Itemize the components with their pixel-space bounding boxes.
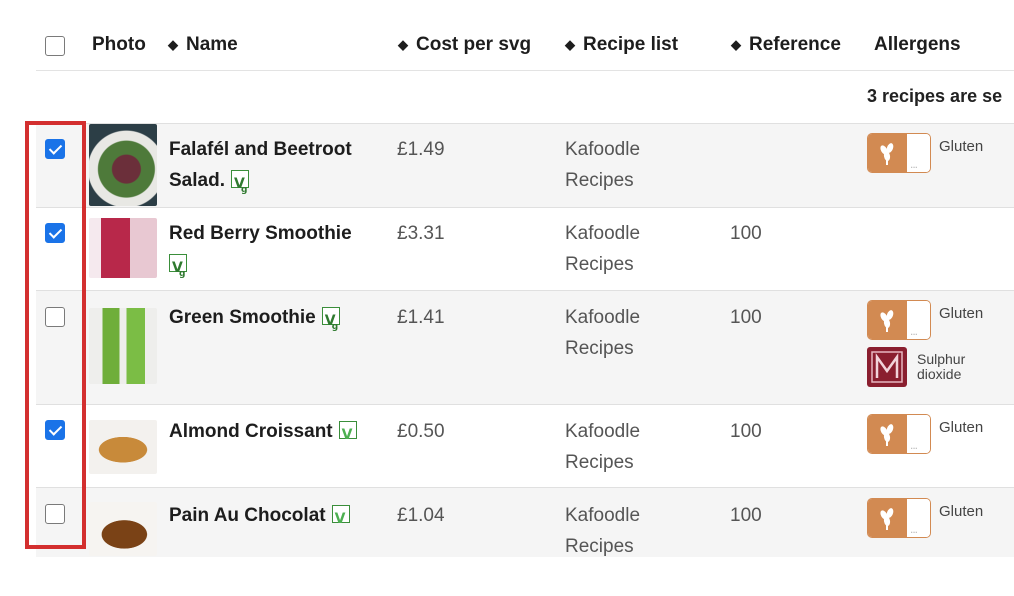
row-divider xyxy=(36,123,1014,124)
vegan-icon xyxy=(169,253,187,290)
recipe-name-line: Pain Au Chocolat xyxy=(169,505,326,526)
cost-cell: £1.41 xyxy=(397,307,445,328)
recipe-photo xyxy=(89,218,157,278)
cost-cell: £0.50 xyxy=(397,421,445,442)
row-divider xyxy=(36,290,1014,291)
vegetarian-icon xyxy=(331,504,350,535)
column-header-reference-label: Reference xyxy=(749,34,841,55)
sort-icon: ◆ xyxy=(565,37,575,52)
cost-cell: £3.31 xyxy=(397,223,445,244)
recipe-list-cell: Kafoodle Recipes xyxy=(565,218,640,280)
row-divider xyxy=(36,487,1014,488)
selection-info: 3 recipes are se xyxy=(867,86,1003,106)
cost-cell: £1.49 xyxy=(397,139,445,160)
column-header-recipe-list-label: Recipe list xyxy=(583,34,679,55)
allergen-label: Sulphur dioxide xyxy=(917,352,965,382)
column-header-allergens: Allergens xyxy=(874,34,961,55)
recipe-photo xyxy=(89,502,157,556)
vegan-icon xyxy=(321,306,340,343)
allergen-label-line: Sulphur xyxy=(917,351,966,367)
cost-cell: £1.04 xyxy=(397,505,445,526)
recipe-name-line: Green Smoothie xyxy=(169,307,316,328)
recipe-photo xyxy=(89,124,157,206)
gluten-icon xyxy=(867,133,931,173)
recipe-list-line: Recipes xyxy=(565,536,634,557)
recipe-list-line: Recipes xyxy=(565,338,634,359)
recipe-list-line: Kafoodle xyxy=(565,139,641,160)
vegan-icon xyxy=(230,169,249,206)
column-header-name[interactable]: ◆ Name xyxy=(168,34,238,56)
select-all-checkbox[interactable] xyxy=(45,36,65,56)
gluten-icon xyxy=(867,300,931,340)
row-divider xyxy=(36,404,1014,405)
allergen-label: Gluten xyxy=(939,305,984,322)
sort-icon: ◆ xyxy=(168,37,178,52)
header-divider xyxy=(36,70,1014,71)
recipe-name-line: Red Berry Smoothie xyxy=(169,223,352,244)
recipe-name[interactable]: Red Berry Smoothie xyxy=(169,218,379,290)
recipe-photo xyxy=(89,308,157,384)
reference-cell: 100 xyxy=(730,505,762,526)
allergen-label: Gluten xyxy=(939,503,984,520)
row-divider xyxy=(36,207,1014,208)
recipe-list-line: Kafoodle xyxy=(565,505,641,526)
recipe-name[interactable]: Pain Au Chocolat xyxy=(169,500,379,535)
recipe-photo xyxy=(89,420,157,474)
column-header-reference[interactable]: ◆ Reference xyxy=(731,34,841,56)
column-header-cost-label: Cost per svg xyxy=(416,34,532,55)
checkbox-column-highlight xyxy=(25,121,86,549)
gluten-icon xyxy=(867,498,931,538)
column-header-cost[interactable]: ◆ Cost per svg xyxy=(398,34,531,56)
recipe-list-cell: Kafoodle Recipes xyxy=(565,416,640,478)
sort-icon: ◆ xyxy=(398,37,408,52)
reference-cell: 100 xyxy=(730,421,762,442)
reference-cell: 100 xyxy=(730,223,762,244)
allergen-label: Gluten xyxy=(939,419,984,436)
recipe-name-line: Almond Croissant xyxy=(169,421,333,442)
column-header-recipe-list[interactable]: ◆ Recipe list xyxy=(565,34,678,56)
allergen-label: Gluten xyxy=(939,138,984,155)
recipe-name[interactable]: Falafél and Beetroot Salad. xyxy=(169,134,379,206)
vegetarian-icon xyxy=(338,420,357,451)
recipe-list-line: Kafoodle xyxy=(565,307,641,328)
recipe-name-line: Salad. xyxy=(169,170,225,191)
recipe-list-line: Kafoodle xyxy=(565,223,641,244)
recipe-name[interactable]: Almond Croissant xyxy=(169,416,379,451)
allergen-label-line: dioxide xyxy=(917,366,962,382)
column-header-photo: Photo xyxy=(92,34,146,55)
recipe-list-cell: Kafoodle Recipes xyxy=(565,302,640,364)
recipe-list-cell: Kafoodle Recipes xyxy=(565,134,640,196)
gluten-icon xyxy=(867,414,931,454)
sort-icon: ◆ xyxy=(731,37,741,52)
sulphur-dioxide-icon xyxy=(867,347,907,387)
recipe-list-cell: Kafoodle Recipes xyxy=(565,500,640,562)
recipe-list-line: Recipes xyxy=(565,170,634,191)
reference-cell: 100 xyxy=(730,307,762,328)
recipe-list-line: Kafoodle xyxy=(565,421,641,442)
column-header-name-label: Name xyxy=(186,34,238,55)
recipe-name-line: Falafél and Beetroot xyxy=(169,139,352,160)
recipe-list-line: Recipes xyxy=(565,452,634,473)
recipe-name[interactable]: Green Smoothie xyxy=(169,302,379,343)
recipe-list-line: Recipes xyxy=(565,254,634,275)
